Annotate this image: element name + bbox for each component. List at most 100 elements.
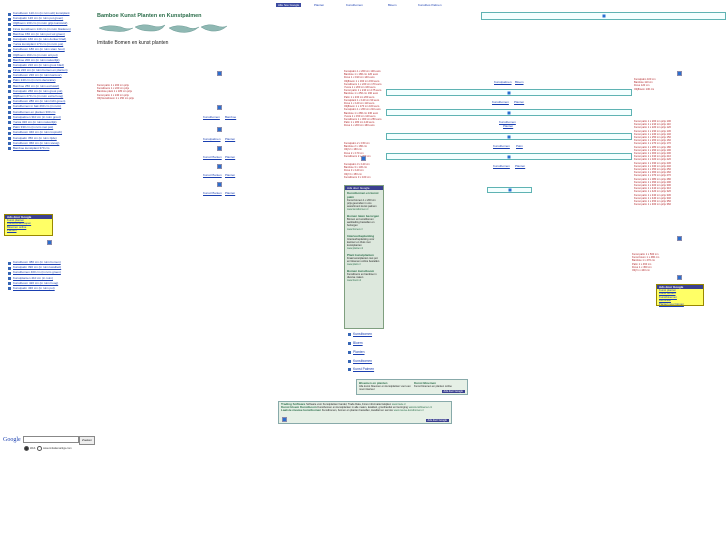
top-nav-item[interactable]: Bloem: [388, 3, 397, 7]
list-item[interactable]: Bamboe 250 cm (in ruim exclusief): [8, 84, 94, 89]
top-nav-item[interactable]: Planten: [314, 3, 324, 7]
google-ads-box-left: Ads door Google Kunst planten Kunstbomen…: [4, 214, 53, 236]
top-nav-item[interactable]: Kunstbos Palmen: [418, 3, 442, 7]
square-icon: [217, 182, 222, 187]
list-item[interactable]: Olijfboom 270 cm (in ruim extra hoog): [8, 94, 94, 99]
ad-title[interactable]: Kunstbomen en kunst palm: [345, 190, 383, 199]
price-column-5: Kunst palm 1 x 500 cm Kunst boom 1 x 480…: [632, 253, 676, 272]
frame-box: [386, 109, 632, 116]
search-input[interactable]: [23, 436, 79, 443]
bottom-nav-item[interactable]: Bloem: [348, 341, 363, 345]
pair-link[interactable]: Kunst Planten: [203, 155, 222, 159]
bottom-nav-item[interactable]: Kunstbomen: [348, 332, 372, 336]
list-item[interactable]: Kunstboom 360 cm (in ruim stevig): [8, 141, 94, 146]
list-item[interactable]: Bamboe 200 cm (in ruim natuurlijk): [8, 58, 94, 63]
list-item[interactable]: Yucca 320 cm (in ruim natuurlijk): [8, 120, 94, 125]
list-item[interactable]: Ficus 220 cm (in ruim bomen en planten): [8, 68, 94, 73]
ad-title[interactable]: Laatste nieuwe kunstbomen: [281, 408, 321, 412]
leaf-icon: [98, 24, 228, 33]
pair-link[interactable]: Kunstbomen: [203, 115, 220, 119]
list-item[interactable]: Olijfboom 130 cm (in ruim grijs kunststo…: [8, 22, 94, 26]
price-column-4: Kunst palm 1 x 200 cm prijs 100 Kunst pa…: [634, 120, 678, 206]
list-item[interactable]: Kunstpalmen 310 cm (in ruim groot): [8, 115, 94, 120]
list-item[interactable]: Kunstplanten 410 cm (in ruim): [8, 276, 94, 281]
pair-link[interactable]: Bloem: [515, 80, 524, 84]
ad-url[interactable]: www.nieuwe-kunstbomen.nl: [394, 409, 424, 412]
bottom-nav-item[interactable]: Kunstbomen: [348, 359, 372, 363]
pair-link[interactable]: Kunstbomen: [493, 144, 510, 148]
pair-link[interactable]: Planten: [503, 124, 513, 128]
top-nav-item[interactable]: Alle hoe Google: [276, 3, 302, 7]
square-icon: [217, 127, 222, 132]
price-line: Olijfboom 130 cm: [634, 87, 655, 91]
frame-icon: [507, 91, 511, 94]
ads-side-panel: Ads door Google Kunstbomen en kunst palm…: [344, 185, 384, 329]
radio-web[interactable]: [24, 446, 29, 451]
list-item[interactable]: Yucca kunstplant 170 cm (in ruim pot): [8, 43, 94, 47]
ad-link[interactable]: Planten voor binnen: [657, 302, 703, 306]
ads-tag[interactable]: Ads door Google: [441, 390, 465, 393]
list-item[interactable]: Olijfboom 190 cm (in ruim wit pot): [8, 53, 94, 58]
list-item[interactable]: Kunstboom 110 cm (in ruim wit) kunstplan…: [8, 11, 94, 16]
frame-box: [487, 187, 532, 193]
bottom-nav-item[interactable]: Kunst Palmen: [348, 367, 374, 371]
list-item[interactable]: Kunstpalm 160 cm (in ruim donker blad): [8, 37, 94, 42]
search-button[interactable]: Zoeken: [79, 436, 95, 445]
ads-tag[interactable]: Ads door Google: [425, 419, 449, 422]
list-item[interactable]: Kunstbomen 400 cm (in ruim groen): [8, 271, 94, 275]
leaf-banner: [97, 22, 229, 36]
list-item[interactable]: Kunstboom 420 cm (in ruim hoog): [8, 281, 94, 286]
pair-link[interactable]: Kunst Planten: [203, 173, 222, 177]
square-icon: [677, 236, 682, 241]
left-link-list-bottom: Kunstboom 380 cm (in ruim bomen) Kunstpa…: [8, 260, 94, 292]
search-scope: Web www.imitatiemartigs.com: [23, 446, 72, 451]
pair-link[interactable]: Kunstbomen: [493, 164, 510, 168]
frame-icon: [508, 188, 511, 192]
bottom-nav-item[interactable]: Planten: [348, 350, 365, 354]
list-item[interactable]: Ficus kunstboom 140 cm (in ruim bladeren…: [8, 27, 94, 32]
pair-link[interactable]: Kunst Planten: [203, 191, 222, 195]
ad-body: Alle kunst bloemen en kunstplanten voor …: [359, 385, 411, 392]
square-icon: [677, 275, 682, 280]
list-item[interactable]: Kunstpalm 260 cm (in ruim groot pot): [8, 89, 94, 94]
list-item[interactable]: Kunstboom 230 cm (in ruim kantoor): [8, 74, 94, 78]
pair-link[interactable]: Planten: [225, 173, 235, 177]
pair-link[interactable]: Kunstbomen: [492, 100, 509, 104]
list-item[interactable]: Kunstpalm 430 cm (in ruim pot): [8, 286, 94, 291]
pair-link[interactable]: Planten: [225, 155, 235, 159]
list-item[interactable]: Kunstpalm 350 cm (in ruim zijde): [8, 136, 94, 141]
pair-link[interactable]: Planten: [225, 191, 235, 195]
list-item[interactable]: Kunstbomen in bak 290 cm (in ruim): [8, 105, 94, 109]
list-item[interactable]: Kunstboom 340 cm (in ruim tropisch): [8, 131, 94, 135]
price-line: Olijf 1 x 440 cm: [632, 269, 650, 273]
frame-box: [386, 153, 632, 160]
pair-link[interactable]: Kunstpalmen: [494, 80, 512, 84]
list-item[interactable]: Bamboe kunstplant 370 cm: [8, 146, 94, 151]
pair-link[interactable]: Planten: [515, 164, 525, 168]
list-item[interactable]: Kunstboom 280 cm (in ruim licht groen): [8, 100, 94, 104]
list-item[interactable]: Bamboe 150 cm (in ruim pot vol groen): [8, 32, 94, 37]
top-nav-item[interactable]: Kunstbomen: [346, 3, 363, 7]
price-column-3: Kunstpalm 100 cm Bamboe 110 cm Ficus 120…: [634, 78, 670, 91]
square-icon: [47, 240, 52, 245]
list-item[interactable]: Kunstbomen en planten 300 cm: [8, 110, 94, 115]
page-title: Bamboe Kunst Planten en Kunstpalmen: [97, 13, 202, 19]
pair-link[interactable]: Planten: [225, 137, 235, 141]
price-column-1: Kunst palm 1 x 200 cm prijs Kunstboom 1 …: [97, 84, 137, 100]
price-line: Olijf kunstboom 1 x 150 cm prijs: [97, 96, 134, 100]
list-item[interactable]: Kunstboom 380 cm (in ruim bomen): [8, 260, 94, 265]
list-item[interactable]: Kunstpalm 390 cm (in ruim kwaliteit): [8, 266, 94, 270]
ad-body: Kunst bloemen en planten online: [414, 385, 452, 388]
list-item[interactable]: Palm 240 cm (in ruim decoratie): [8, 79, 94, 83]
list-item[interactable]: Kunstboom 180 cm (in ruim stam hout): [8, 48, 94, 52]
radio-site[interactable]: [37, 446, 43, 451]
list-item[interactable]: Kunstpalm 210 cm (in ruim groot blad): [8, 63, 94, 68]
ad-url[interactable]: www.boom.nl: [345, 279, 383, 284]
pair-link[interactable]: Bamboe: [225, 115, 236, 119]
pair-link[interactable]: Kunstpalmen: [203, 137, 221, 141]
pair-link[interactable]: Palm: [516, 144, 523, 148]
ad-link[interactable]: Palmen: [5, 228, 52, 232]
list-item[interactable]: Palm 330 cm (in ruim met pot): [8, 126, 94, 130]
pair-link[interactable]: Planten: [514, 100, 524, 104]
list-item[interactable]: Kunstpalm 120 cm (in ruim pot groen): [8, 17, 94, 21]
